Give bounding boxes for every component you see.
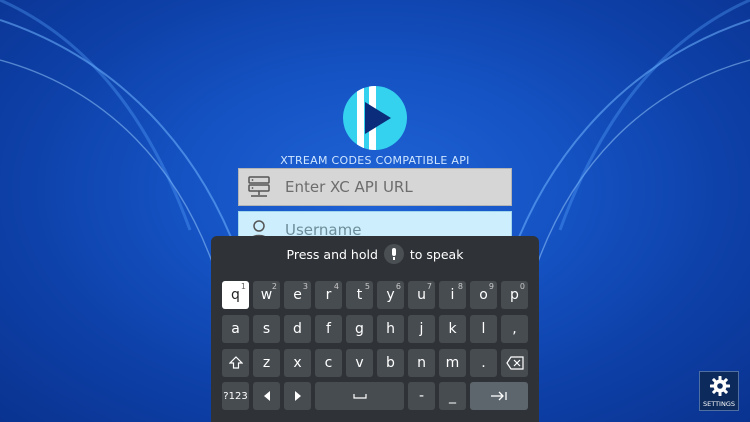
left-arrow-key[interactable] [253, 382, 280, 410]
key-period[interactable]: . [470, 349, 497, 377]
api-subtitle: XTREAM CODES COMPATIBLE API [280, 154, 470, 167]
key-comma[interactable]: , [501, 315, 528, 343]
gear-icon [710, 376, 730, 396]
key-g[interactable]: g [346, 315, 373, 343]
settings-label: SETTINGS [702, 400, 735, 408]
key-alt: 9 [488, 282, 494, 291]
voice-hint-before: Press and hold [286, 246, 378, 262]
key-q[interactable]: q1 [222, 281, 249, 309]
voice-hint-after: to speak [409, 246, 464, 262]
key-c[interactable]: c [315, 349, 342, 377]
api-url-field[interactable] [238, 168, 512, 206]
key-label: i [450, 287, 455, 303]
key-alt: 4 [333, 282, 339, 291]
key-underscore[interactable]: _ [439, 382, 466, 410]
key-o[interactable]: o9 [470, 281, 497, 309]
key-label: o [479, 287, 488, 303]
key-k[interactable]: k [439, 315, 466, 343]
key-r[interactable]: r4 [315, 281, 342, 309]
next-key[interactable] [470, 382, 528, 410]
key-label: u [417, 287, 426, 303]
key-alt: 7 [426, 282, 432, 291]
key-j[interactable]: j [408, 315, 435, 343]
left-arrow-icon [263, 391, 270, 401]
key-hyphen[interactable]: - [408, 382, 435, 410]
key-label: q [231, 287, 240, 303]
key-alt: 1 [240, 282, 246, 291]
voice-hint: Press and hold to speak [211, 244, 539, 264]
key-n[interactable]: n [408, 349, 435, 377]
key-label: t [356, 287, 363, 303]
backspace-icon [505, 356, 524, 370]
key-label: p [510, 287, 519, 303]
tab-next-icon [491, 391, 507, 401]
server-icon [248, 176, 270, 197]
key-alt: 5 [364, 282, 370, 291]
logo-stripe [357, 86, 364, 150]
key-w[interactable]: w2 [253, 281, 280, 309]
key-alt: 6 [395, 282, 401, 291]
key-x[interactable]: x [284, 349, 311, 377]
key-label: y [386, 287, 395, 303]
key-label: w [260, 287, 273, 303]
key-m[interactable]: m [439, 349, 466, 377]
key-alt: 8 [457, 282, 463, 291]
key-h[interactable]: h [377, 315, 404, 343]
key-f[interactable]: f [315, 315, 342, 343]
key-l[interactable]: l [470, 315, 497, 343]
key-alt: 0 [519, 282, 525, 291]
key-alt: 2 [271, 282, 277, 291]
key-a[interactable]: a [222, 315, 249, 343]
shift-key[interactable] [222, 349, 249, 377]
key-label: e [293, 287, 302, 303]
right-arrow-key[interactable] [284, 382, 311, 410]
key-v[interactable]: v [346, 349, 373, 377]
api-url-input[interactable] [285, 169, 505, 205]
settings-button[interactable]: SETTINGS [699, 371, 739, 411]
key-d[interactable]: d [284, 315, 311, 343]
space-key[interactable] [315, 382, 404, 410]
app-logo [343, 86, 407, 150]
key-p[interactable]: p0 [501, 281, 528, 309]
symbols-key[interactable]: ?123 [222, 382, 249, 410]
key-y[interactable]: y6 [377, 281, 404, 309]
on-screen-keyboard: Press and hold to speak q1 w2 e3 r4 t5 y… [211, 236, 539, 422]
key-alt: 3 [302, 282, 308, 291]
key-b[interactable]: b [377, 349, 404, 377]
key-label: r [325, 287, 332, 303]
key-z[interactable]: z [253, 349, 280, 377]
backspace-key[interactable] [501, 349, 528, 377]
key-i[interactable]: i8 [439, 281, 466, 309]
key-u[interactable]: u7 [408, 281, 435, 309]
key-s[interactable]: s [253, 315, 280, 343]
microphone-icon[interactable] [383, 244, 404, 264]
right-arrow-icon [294, 391, 301, 401]
shift-icon [228, 356, 243, 369]
space-icon [352, 394, 367, 399]
key-t[interactable]: t5 [346, 281, 373, 309]
play-icon [365, 102, 391, 134]
key-e[interactable]: e3 [284, 281, 311, 309]
